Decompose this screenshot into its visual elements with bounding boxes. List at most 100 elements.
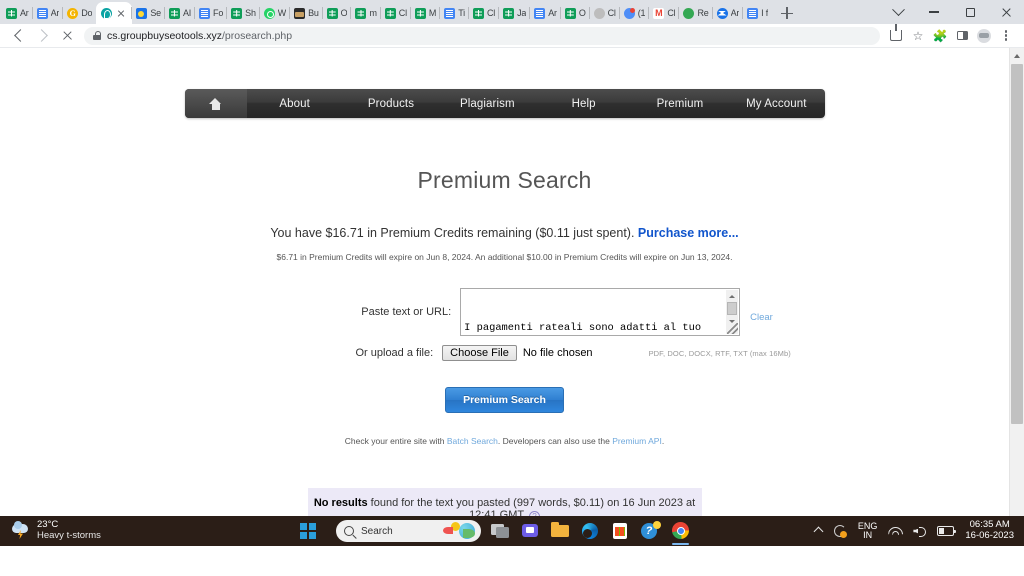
chrome-browser-icon[interactable] bbox=[669, 520, 691, 542]
show-hidden-icons-button[interactable] bbox=[813, 526, 823, 536]
page-scrollbar[interactable] bbox=[1009, 48, 1024, 545]
browser-tab[interactable]: Ti bbox=[440, 2, 469, 24]
nav-item-help[interactable]: Help bbox=[535, 89, 631, 118]
extensions-button[interactable]: 🧩 bbox=[930, 26, 950, 46]
clock[interactable]: 06:35 AM 16-06-2023 bbox=[965, 520, 1014, 542]
chat-app-icon[interactable] bbox=[519, 520, 541, 542]
browser-tab-active[interactable] bbox=[96, 2, 132, 24]
new-tab-button[interactable] bbox=[776, 2, 798, 24]
paste-text-label: Paste text or URL: bbox=[236, 288, 460, 318]
clock-date: 16-06-2023 bbox=[965, 531, 1014, 542]
taskbar-search-input[interactable]: Search bbox=[336, 520, 481, 542]
purchase-more-link[interactable]: Purchase more... bbox=[638, 226, 739, 240]
credits-message: You have $16.71 in Premium Credits remai… bbox=[270, 226, 638, 240]
browser-tab[interactable]: Sh bbox=[227, 2, 260, 24]
start-button[interactable] bbox=[300, 523, 316, 539]
volume-icon[interactable] bbox=[913, 525, 926, 537]
arrow-up-icon bbox=[729, 295, 735, 298]
chrome-menu-button[interactable] bbox=[996, 26, 1016, 46]
docs-icon bbox=[444, 8, 455, 19]
side-panel-button[interactable] bbox=[952, 26, 972, 46]
language-indicator[interactable]: ENG IN bbox=[858, 522, 878, 541]
page-scrollbar-thumb[interactable] bbox=[1011, 64, 1023, 424]
browser-tab[interactable]: Ar bbox=[33, 2, 64, 24]
browser-tab[interactable]: Ar bbox=[713, 2, 744, 24]
page-scroll-up-button[interactable] bbox=[1010, 48, 1024, 63]
browser-tab[interactable]: Ar bbox=[530, 2, 561, 24]
window-close-button[interactable] bbox=[988, 0, 1024, 24]
browser-tab[interactable]: Do bbox=[63, 2, 96, 24]
page-viewport: About Products Plagiarism Help Premium M… bbox=[0, 48, 1024, 545]
batch-search-link[interactable]: Batch Search bbox=[447, 436, 498, 446]
browser-tab[interactable]: (1 bbox=[620, 2, 650, 24]
tab-search-button[interactable] bbox=[880, 0, 916, 24]
browser-window: Ar Ar Do Se AI Fo Sh W Bu O m Cl M Ti Cl… bbox=[0, 0, 1024, 546]
wifi-icon[interactable] bbox=[888, 526, 902, 537]
browser-tab[interactable]: M bbox=[411, 2, 440, 24]
scrollbar-thumb[interactable] bbox=[727, 302, 737, 315]
back-button[interactable] bbox=[8, 25, 30, 47]
side-panel-icon bbox=[957, 31, 968, 40]
address-bar[interactable]: cs.groupbuyseotools.xyz/prosearch.php bbox=[84, 27, 880, 45]
grey-icon bbox=[594, 8, 605, 19]
microsoft-store-icon[interactable] bbox=[609, 520, 631, 542]
browser-tab[interactable]: O bbox=[323, 2, 352, 24]
bookmark-button[interactable]: ☆ bbox=[908, 26, 928, 46]
browser-tab[interactable]: Cl bbox=[381, 2, 411, 24]
edge-browser-icon[interactable] bbox=[579, 520, 601, 542]
nav-item-products[interactable]: Products bbox=[343, 89, 439, 118]
browser-tab[interactable]: W bbox=[260, 2, 290, 24]
sync-icon[interactable] bbox=[833, 524, 847, 538]
tab-title: Ar bbox=[548, 8, 557, 18]
sidebar-item-home[interactable] bbox=[185, 89, 247, 118]
sub-links: Check your entire site with Batch Search… bbox=[0, 436, 1009, 446]
browser-tab[interactable]: Cl bbox=[469, 2, 499, 24]
browser-tab[interactable]: m bbox=[351, 2, 380, 24]
stop-loading-button[interactable] bbox=[56, 25, 78, 47]
tab-title: Fo bbox=[213, 8, 223, 18]
battery-icon[interactable] bbox=[937, 526, 954, 536]
nav-item-plagiarism[interactable]: Plagiarism bbox=[439, 89, 535, 118]
url-host: cs.groupbuyseotools.xyz bbox=[107, 30, 222, 42]
close-icon[interactable] bbox=[115, 7, 127, 19]
file-explorer-icon[interactable] bbox=[549, 520, 571, 542]
tab-title: M bbox=[429, 8, 436, 18]
tab-title: W bbox=[278, 8, 286, 18]
browser-tab[interactable]: O bbox=[561, 2, 590, 24]
nav-item-about[interactable]: About bbox=[247, 89, 343, 118]
premium-search-button[interactable]: Premium Search bbox=[445, 387, 564, 413]
browser-tab[interactable]: AI bbox=[165, 2, 195, 24]
browser-tab[interactable]: Fo bbox=[195, 2, 227, 24]
tab-title: Se bbox=[150, 8, 161, 18]
nav-item-premium[interactable]: Premium bbox=[632, 89, 728, 118]
browser-tab[interactable]: I f bbox=[743, 2, 772, 24]
weather-widget[interactable]: 23°C Heavy t-storms bbox=[0, 520, 300, 542]
share-button[interactable] bbox=[886, 26, 906, 46]
browser-tab[interactable]: Cl bbox=[649, 2, 679, 24]
sheets-icon bbox=[169, 8, 180, 19]
forward-button[interactable] bbox=[32, 25, 54, 47]
browser-tab[interactable]: Se bbox=[132, 2, 165, 24]
task-view-button[interactable] bbox=[489, 520, 511, 542]
profile-button[interactable] bbox=[974, 26, 994, 46]
blue-s-icon bbox=[717, 8, 728, 19]
nav-item-my-account[interactable]: My Account bbox=[728, 89, 824, 118]
minimize-button[interactable] bbox=[916, 0, 952, 24]
premium-api-link[interactable]: Premium API bbox=[612, 436, 662, 446]
tab-title: AI bbox=[183, 8, 191, 18]
maximize-button[interactable] bbox=[952, 0, 988, 24]
choose-file-button[interactable]: Choose File bbox=[442, 345, 517, 361]
help-app-icon[interactable] bbox=[639, 520, 661, 542]
browser-tab[interactable]: Bu bbox=[290, 2, 323, 24]
browser-tab[interactable]: Ja bbox=[499, 2, 530, 24]
scroll-up-button[interactable] bbox=[726, 290, 738, 302]
browser-tab[interactable]: Re bbox=[679, 2, 712, 24]
upload-file-label: Or upload a file: bbox=[218, 347, 442, 359]
page-title: Premium Search bbox=[0, 167, 1009, 194]
paste-text-input[interactable]: I pagamenti rateali sono adatti al tuo s… bbox=[460, 288, 740, 336]
address-bar-url: cs.groupbuyseotools.xyz/prosearch.php bbox=[107, 30, 292, 42]
browser-tab[interactable]: Cl bbox=[590, 2, 620, 24]
browser-tab[interactable]: Ar bbox=[2, 2, 33, 24]
resize-grip-icon[interactable] bbox=[727, 323, 738, 334]
clear-link[interactable]: Clear bbox=[750, 288, 773, 323]
